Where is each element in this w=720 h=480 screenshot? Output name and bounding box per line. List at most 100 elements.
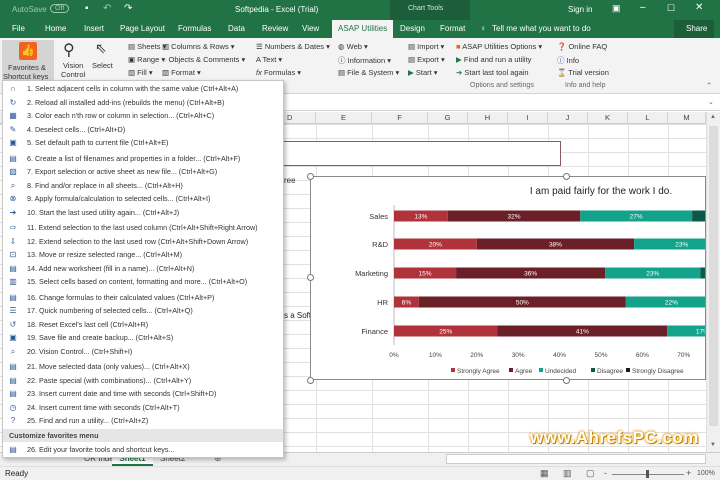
export-menu[interactable]: ▤ Export ▾ (408, 55, 445, 64)
scroll-up-icon[interactable]: ▲ (710, 114, 716, 120)
page-break-view-icon[interactable]: ▢ (586, 468, 595, 479)
range-menu[interactable]: ▣ Range ▾ (128, 55, 165, 64)
page-layout-view-icon[interactable]: ▥ (563, 468, 572, 479)
tab-formulas[interactable]: Formulas (178, 24, 211, 33)
menu-item-edit-favorites[interactable]: ▤ 26. Edit your favorite tools and shortc… (3, 443, 283, 457)
menu-item[interactable]: ⌕ 20. Vision Control... (Ctrl+Shift+I) (3, 345, 283, 359)
zoom-level[interactable]: 100% (697, 470, 715, 477)
undo-icon[interactable]: ↶ (103, 3, 111, 14)
menu-item[interactable]: ⊡ 13. Move or resize selected range... (C… (3, 248, 283, 262)
menu-item[interactable]: ↻ 2. Reload all installed add-ins (rebuil… (3, 96, 283, 110)
menu-item[interactable]: ▤ 16. Change formulas to their calculated… (3, 291, 283, 305)
fill-menu[interactable]: ▥ Fill ▾ (128, 68, 153, 77)
resize-handle[interactable] (563, 377, 570, 384)
menu-item[interactable]: ◷ 24. Insert current time with seconds (C… (3, 401, 283, 415)
column-header-m[interactable]: M (668, 112, 706, 124)
resize-handle[interactable] (563, 173, 570, 180)
menu-item[interactable]: ? 25. Find and run a utility... (Ctrl+Alt… (3, 414, 283, 428)
tab-file[interactable]: File (12, 24, 25, 33)
bar-segment[interactable] (634, 238, 706, 250)
column-header-d[interactable]: D (283, 112, 316, 124)
resize-handle[interactable] (307, 377, 314, 384)
close-icon[interactable]: ✕ (695, 2, 703, 13)
numbers-dates-menu[interactable]: ☰ Numbers & Dates ▾ (256, 42, 330, 51)
legend-label[interactable]: Strongly Disagree (632, 368, 684, 375)
tab-page-layout[interactable]: Page Layout (120, 24, 165, 33)
menu-item[interactable]: ▦ 3. Color each n'th row or column in sel… (3, 109, 283, 123)
menu-item[interactable]: ▤ 22. Paste special (with combinations)..… (3, 374, 283, 388)
menu-item[interactable]: ▤ 14. Add new worksheet (fill in a name).… (3, 262, 283, 276)
legend-label[interactable]: Strongly Agree (457, 368, 500, 375)
tell-me-search[interactable]: Tell me what you want to do (492, 24, 591, 33)
tab-insert[interactable]: Insert (84, 24, 104, 33)
menu-item[interactable]: ▤ 23. Insert current date and time with s… (3, 387, 283, 401)
chart[interactable]: I am paid fairly for the work I do. Sale… (310, 176, 706, 380)
menu-item[interactable]: ∩ 1. Select adjacent cells in column with… (3, 82, 283, 96)
resize-handle[interactable] (307, 173, 314, 180)
minimize-icon[interactable]: – (640, 2, 646, 13)
column-header-j[interactable]: J (548, 112, 588, 124)
menu-item[interactable]: ⌕ 8. Find and/or replace in all sheets...… (3, 179, 283, 193)
zoom-in-icon[interactable]: + (686, 468, 691, 478)
information-menu[interactable]: ⓘ Information ▾ (338, 55, 391, 66)
start-last-tool-button[interactable]: ➔ Start last tool again (456, 68, 529, 77)
import-menu[interactable]: ▤ Import ▾ (408, 42, 444, 51)
scrollbar-thumb[interactable] (709, 126, 718, 426)
zoom-slider-thumb[interactable] (646, 470, 649, 478)
menu-item[interactable]: ▧ 7. Export selection or active sheet as … (3, 165, 283, 179)
trial-version-button[interactable]: ⌛ Trial version (557, 68, 609, 77)
sheets-menu[interactable]: ▤ Sheets ▾ (128, 42, 166, 51)
menu-item[interactable]: ➔ 10. Start the last used utility again..… (3, 206, 283, 220)
select-button[interactable]: Select (92, 61, 113, 70)
tab-data[interactable]: Data (228, 24, 245, 33)
menu-item[interactable]: ✎ 4. Deselect cells... (Ctrl+Alt+D) (3, 123, 283, 137)
asap-options-menu[interactable]: ■ ASAP Utilities Options ▾ (456, 42, 542, 51)
favorites-button[interactable]: 👍 Favorites & Shortcut keys (2, 40, 54, 82)
tab-review[interactable]: Review (262, 24, 288, 33)
menu-item[interactable]: ↺ 18. Reset Excel's last cell (Ctrl+Alt+R… (3, 318, 283, 332)
save-icon[interactable]: ▪ (85, 3, 89, 14)
menu-item[interactable]: ☰ 17. Quick numbering of selected cells..… (3, 304, 283, 318)
menu-item[interactable]: ▣ 5. Set default path to current file (Ct… (3, 136, 283, 150)
expand-formula-bar-icon[interactable]: ⌄ (708, 98, 714, 106)
redo-icon[interactable]: ↷ (124, 3, 132, 14)
bar-segment[interactable] (700, 267, 706, 279)
column-header-i[interactable]: I (508, 112, 548, 124)
start-menu[interactable]: ▶ Start ▾ (408, 68, 438, 77)
horizontal-scrollbar[interactable] (446, 454, 706, 464)
vision-control-button[interactable]: Vision (63, 61, 83, 70)
shape-textbox[interactable] (270, 141, 561, 166)
legend-label[interactable]: Agree (515, 368, 533, 375)
text-menu[interactable]: A Text ▾ (256, 55, 282, 64)
menu-item[interactable]: ⊗ 9. Apply formula/calculation to selecte… (3, 192, 283, 206)
share-button[interactable]: Share (686, 24, 707, 33)
format-menu[interactable]: ▧ Format ▾ (162, 68, 201, 77)
column-header-l[interactable]: L (628, 112, 668, 124)
collapse-ribbon-icon[interactable]: ⌃ (706, 81, 712, 90)
menu-item[interactable]: ▤ 21. Move selected data (only values)...… (3, 360, 283, 374)
vertical-scrollbar[interactable]: ▲ ▼ (706, 112, 720, 452)
bar-segment[interactable] (692, 210, 706, 222)
menu-item[interactable]: ▤ 6. Create a list of filenames and prope… (3, 152, 283, 166)
scroll-down-icon[interactable]: ▼ (710, 442, 716, 448)
tab-home[interactable]: Home (45, 24, 66, 33)
tab-design[interactable]: Design (400, 24, 425, 33)
menu-item[interactable]: ⇨ 11. Extend selection to the last used c… (3, 221, 283, 235)
column-header-g[interactable]: G (428, 112, 468, 124)
menu-item[interactable]: ▥ 15. Select cells based on content, form… (3, 275, 283, 289)
tab-asap-utilities[interactable]: ASAP Utilities (332, 20, 394, 38)
tab-view[interactable]: View (302, 24, 319, 33)
web-menu[interactable]: ◍ Web ▾ (338, 42, 368, 51)
sign-in-link[interactable]: Sign in (568, 5, 592, 14)
ribbon-display-icon[interactable]: ▣ (612, 3, 621, 14)
maximize-icon[interactable]: ☐ (667, 3, 675, 14)
columns-rows-menu[interactable]: ▥ Columns & Rows ▾ (162, 42, 235, 51)
column-header-f[interactable]: F (372, 112, 428, 124)
zoom-out-icon[interactable]: - (604, 468, 607, 478)
menu-item[interactable]: ⇩ 12. Extend selection to the last used r… (3, 235, 283, 249)
file-system-menu[interactable]: ▤ File & System ▾ (338, 68, 399, 77)
menu-item[interactable]: ▣ 19. Save file and create backup... (Ctr… (3, 331, 283, 345)
resize-handle[interactable] (307, 274, 314, 281)
tab-format[interactable]: Format (440, 24, 465, 33)
column-header-k[interactable]: K (588, 112, 628, 124)
